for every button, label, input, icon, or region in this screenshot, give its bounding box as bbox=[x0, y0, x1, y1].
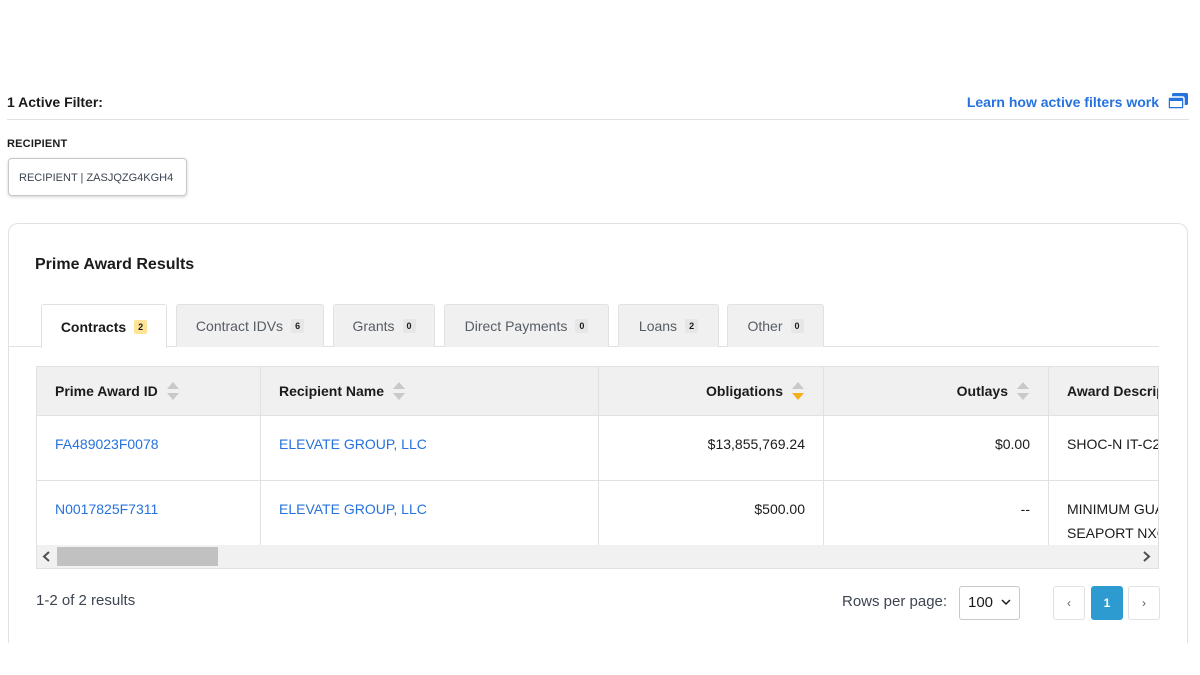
award-id-link[interactable]: N0017825F7311 bbox=[55, 501, 158, 517]
active-filter-header: 1 Active Filter: Learn how active filter… bbox=[7, 92, 1189, 120]
rows-per-page-select[interactable]: 100 bbox=[959, 586, 1020, 620]
scrollbar-thumb[interactable] bbox=[57, 547, 218, 566]
award-id-link[interactable]: FA489023F0078 bbox=[55, 436, 159, 452]
award-description: MINIMUM GUA bbox=[1067, 501, 1159, 517]
previous-page-button[interactable]: ‹ bbox=[1053, 586, 1085, 620]
tab-contracts[interactable]: Contracts 2 bbox=[41, 304, 167, 348]
table-row: N0017825F7311 ELEVATE GROUP, LLC $500.00… bbox=[37, 481, 1159, 547]
filter-group-label: RECIPIENT bbox=[7, 138, 68, 150]
prime-award-results-card: Prime Award Results Contracts 2 Contract… bbox=[8, 223, 1188, 643]
tab-count-badge: 0 bbox=[790, 319, 804, 333]
recipient-name-link[interactable]: ELEVATE GROUP, LLC bbox=[279, 501, 427, 517]
next-page-button[interactable]: › bbox=[1128, 586, 1160, 620]
column-header-recipient-name[interactable]: Recipient Name bbox=[261, 367, 599, 415]
tab-direct-payments[interactable]: Direct Payments 0 bbox=[444, 304, 609, 347]
sort-icon[interactable] bbox=[166, 380, 180, 402]
recipient-filter-chip[interactable]: RECIPIENT | ZASJQZG4KGH4 bbox=[8, 158, 187, 196]
results-title: Prime Award Results bbox=[35, 256, 195, 273]
column-header-label: Award Descrip bbox=[1067, 383, 1159, 399]
rows-per-page-label: Rows per page: bbox=[842, 593, 948, 610]
column-header-label: Obligations bbox=[706, 383, 783, 399]
scroll-left-icon[interactable] bbox=[40, 548, 54, 565]
column-header-obligations[interactable]: Obligations bbox=[599, 367, 824, 415]
scroll-right-icon[interactable] bbox=[1139, 548, 1153, 565]
table-row: FA489023F0078 ELEVATE GROUP, LLC $13,855… bbox=[37, 416, 1159, 481]
tab-count-badge: 0 bbox=[575, 319, 589, 333]
tab-label: Grants bbox=[352, 318, 395, 334]
column-header-outlays[interactable]: Outlays bbox=[824, 367, 1049, 415]
page-1-button[interactable]: 1 bbox=[1091, 586, 1123, 620]
outlays-value: $0.00 bbox=[994, 436, 1030, 452]
active-filter-count: 1 Active Filter: bbox=[7, 94, 103, 110]
tab-contract-idvs[interactable]: Contract IDVs 6 bbox=[176, 304, 324, 347]
table-header-row: Prime Award ID Recipient Name Obligation… bbox=[37, 367, 1159, 416]
column-header-award-description[interactable]: Award Descrip bbox=[1049, 367, 1159, 415]
award-description: SEAPORT NXG bbox=[1067, 525, 1159, 541]
learn-active-filters-link[interactable]: Learn how active filters work bbox=[967, 94, 1159, 110]
rows-per-page-value: 100 bbox=[968, 594, 994, 611]
horizontal-scrollbar[interactable] bbox=[37, 545, 1158, 568]
obligations-value: $13,855,769.24 bbox=[707, 436, 805, 452]
tab-label: Contract IDVs bbox=[195, 318, 284, 334]
column-header-label: Outlays bbox=[956, 383, 1008, 399]
tab-count-badge: 2 bbox=[685, 319, 699, 333]
award-description: SHOC-N IT-C2 C bbox=[1067, 436, 1159, 452]
column-header-label: Prime Award ID bbox=[55, 383, 158, 399]
tab-other[interactable]: Other 0 bbox=[727, 304, 824, 347]
column-header-prime-award-id[interactable]: Prime Award ID bbox=[37, 367, 261, 415]
tab-count-badge: 0 bbox=[402, 319, 416, 333]
window-icon[interactable] bbox=[1167, 92, 1189, 110]
sort-icon[interactable] bbox=[1016, 380, 1030, 402]
obligations-value: $500.00 bbox=[754, 501, 805, 517]
results-table: Prime Award ID Recipient Name Obligation… bbox=[36, 366, 1159, 569]
chevron-down-icon bbox=[1001, 599, 1011, 606]
tab-count-badge: 2 bbox=[134, 319, 148, 334]
tab-label: Direct Payments bbox=[464, 318, 568, 334]
sort-descending-icon[interactable] bbox=[791, 380, 805, 402]
tab-label: Loans bbox=[638, 318, 678, 334]
tab-grants[interactable]: Grants 0 bbox=[333, 304, 435, 347]
tab-label: Contracts bbox=[60, 318, 127, 335]
results-count: 1-2 of 2 results bbox=[36, 592, 136, 609]
column-header-label: Recipient Name bbox=[279, 383, 385, 399]
outlays-value: -- bbox=[1020, 501, 1030, 517]
tab-label: Other bbox=[747, 318, 783, 334]
tab-loans[interactable]: Loans 2 bbox=[618, 304, 719, 347]
recipient-name-link[interactable]: ELEVATE GROUP, LLC bbox=[279, 436, 427, 452]
tab-count-badge: 6 bbox=[291, 319, 305, 333]
award-type-tabs: Contracts 2 Contract IDVs 6 Grants 0 Dir… bbox=[9, 304, 1159, 348]
sort-icon[interactable] bbox=[392, 380, 406, 402]
